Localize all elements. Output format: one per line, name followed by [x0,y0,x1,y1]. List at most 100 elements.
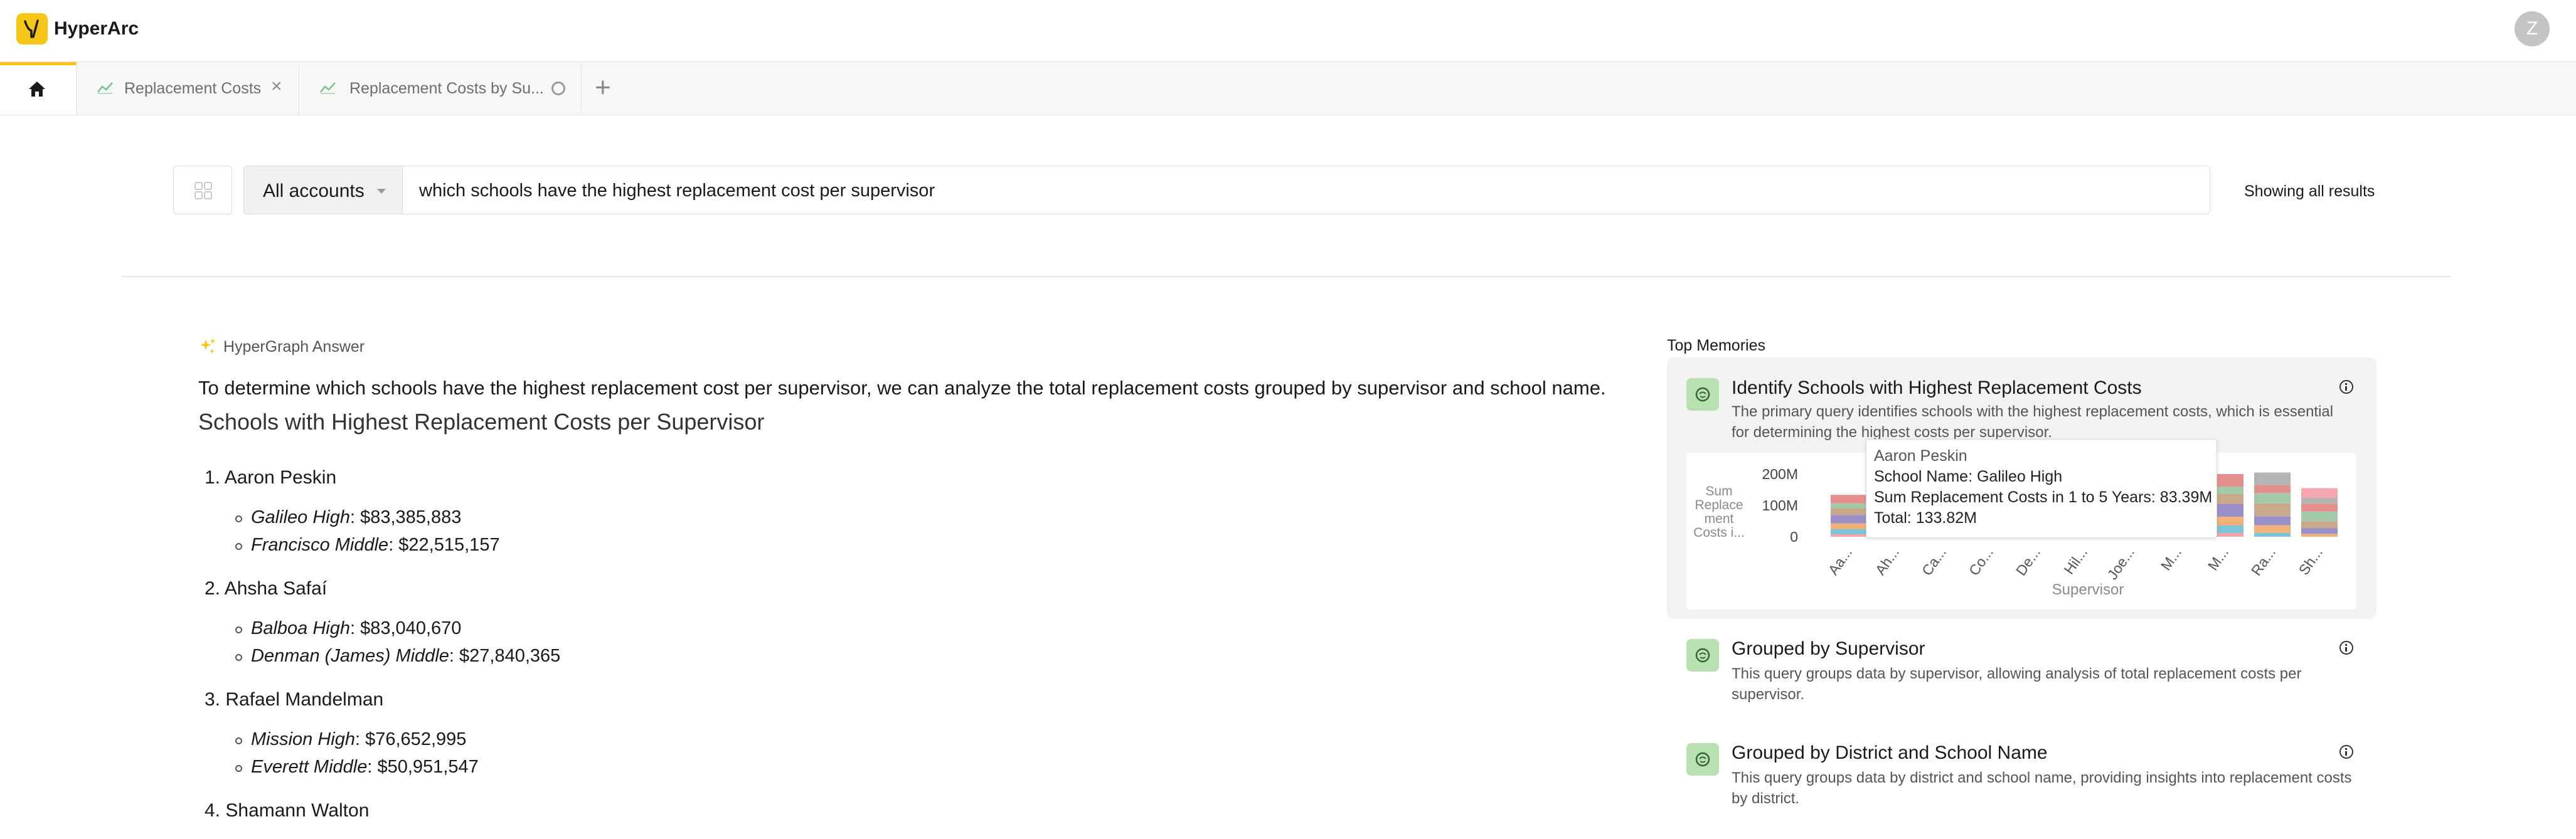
search-query: which schools have the highest replaceme… [419,181,935,201]
y-axis-label: Sum [1705,484,1732,499]
list-item-school: Galileo High: $83,385,883 [251,507,461,528]
answer-intro: To determine which schools have the high… [198,377,1606,399]
bar-segment [2301,488,2338,498]
bar-segment [2301,498,2338,504]
y-tick-label: 100M [1762,497,1798,514]
x-tick-label: M... [2205,544,2232,573]
tooltip-school: School Name: Galileo High [1874,468,2063,485]
bullet-icon [235,737,242,744]
bullet-icon [235,765,242,772]
tab-replacement-costs[interactable]: Replacement Costs × [77,62,299,115]
bar-segment [2254,485,2291,493]
chart-tooltip: Aaron Peskin School Name: Galileo High S… [1866,439,2217,538]
school-name: Francisco Middle [251,535,389,555]
bar-segment [2301,511,2338,522]
memory-name[interactable]: Grouped by Supervisor [1732,638,1925,660]
list-item-school: Balboa High: $83,040,670 [251,618,461,639]
close-icon[interactable]: × [271,76,282,97]
bar-segment [1831,495,1867,504]
school-name: Galileo High [251,507,350,527]
bar-segment [2301,521,2338,529]
bar-segment [2254,503,2291,517]
bullet-icon [235,543,242,550]
line-chart-icon [97,82,113,94]
school-name: Everett Middle [251,757,368,777]
list-item-supervisor: 3. Rafael Mandelman [205,689,383,710]
list-item-supervisor: 1. Aaron Peskin [205,467,336,488]
rank: 1. [205,467,221,488]
list-item-supervisor: 2. Ahsha Safaí [205,578,327,599]
school-name: Denman (James) Middle [251,646,449,666]
x-axis-label: Supervisor [2052,581,2124,598]
brain-icon [1695,752,1710,767]
loading-icon [551,82,565,95]
account-select-value: All accounts [263,181,365,201]
bar-segment [1831,523,1867,529]
bar-segment [2254,525,2291,533]
memory-name[interactable]: Grouped by District and School Name [1732,742,2048,764]
logo-mark-icon [24,19,39,38]
rank: 2. [205,578,221,599]
info-icon[interactable] [2339,745,2353,759]
answer-tag-label: HyperGraph Answer [223,338,365,356]
bullet-icon [235,626,242,633]
bar-segment [1831,515,1867,524]
info-icon[interactable] [2339,641,2353,655]
y-axis-label: Costs i... [1693,525,1745,540]
answer-heading: Schools with Highest Replacement Costs p… [198,409,765,435]
bar-segment [2254,472,2291,485]
rank: 3. [205,689,221,710]
y-tick-label: 200M [1762,466,1798,482]
y-tick-label: 0 [1790,529,1798,545]
bar-segment [2254,516,2291,525]
list-item-supervisor: 4. Shamann Walton [205,800,369,821]
school-cost: : $83,385,883 [349,507,462,527]
grid-icon [194,182,212,199]
app-name: HyperArc [54,18,139,39]
x-tick-label: Ah... [1872,544,1902,578]
bar-segment [2254,532,2291,537]
bar-segment [1831,508,1867,515]
app-logo[interactable] [16,13,48,45]
x-tick-label: Sh... [2296,544,2326,578]
bar-segment [2254,493,2291,504]
tab-bar: Replacement Costs × Replacement Costs by… [0,61,2576,115]
bullet-icon [235,515,242,522]
list-item-school: Francisco Middle: $22,515,157 [251,535,500,556]
y-axis-label: Replace [1695,498,1743,512]
x-tick-label: Joe... [2104,544,2138,583]
user-avatar[interactable]: Z [2515,11,2550,46]
school-cost: : $22,515,157 [388,535,500,555]
view-toggle-button[interactable] [173,166,232,214]
tab-replacement-costs-by-supervisor[interactable]: Replacement Costs by Su... [299,62,582,115]
list-item-school: Denman (James) Middle: $27,840,365 [251,646,560,667]
tab-label: Replacement Costs by Su... [349,80,544,97]
search-input[interactable]: which schools have the highest replaceme… [402,166,2210,214]
memory-description: This query groups data by district and s… [1732,769,2352,807]
account-select[interactable]: All accounts [243,166,403,214]
x-tick-label: Hil... [2060,544,2090,578]
x-tick-label: M... [2158,544,2185,573]
memory-description: This query groups data by supervisor, al… [1732,665,2302,703]
info-icon[interactable] [2339,380,2353,394]
x-tick-label: Co... [1966,544,1996,579]
line-chart-icon [320,82,336,94]
supervisor-name: Rafael Mandelman [225,689,384,710]
memories-title: Top Memories [1667,337,1765,354]
memory-icon [1686,378,1719,411]
add-tab-button[interactable]: + [595,72,611,103]
x-tick-label: Ra... [2248,544,2279,579]
school-cost: : $50,951,547 [367,757,479,777]
school-name: Balboa High [251,618,350,638]
school-cost: : $27,840,365 [449,646,561,666]
tab-label: Replacement Costs [124,80,262,97]
bullet-icon [235,654,242,661]
bar-segment [2301,534,2338,537]
bar-segment [2301,528,2338,534]
supervisor-name: Shamann Walton [225,800,370,821]
list-item-school: Mission High: $76,652,995 [251,729,466,750]
bar-segment [1831,503,1867,509]
school-name: Mission High [251,729,355,749]
tab-home[interactable] [0,62,77,115]
memory-description: The primary query identifies schools wit… [1732,403,2334,441]
